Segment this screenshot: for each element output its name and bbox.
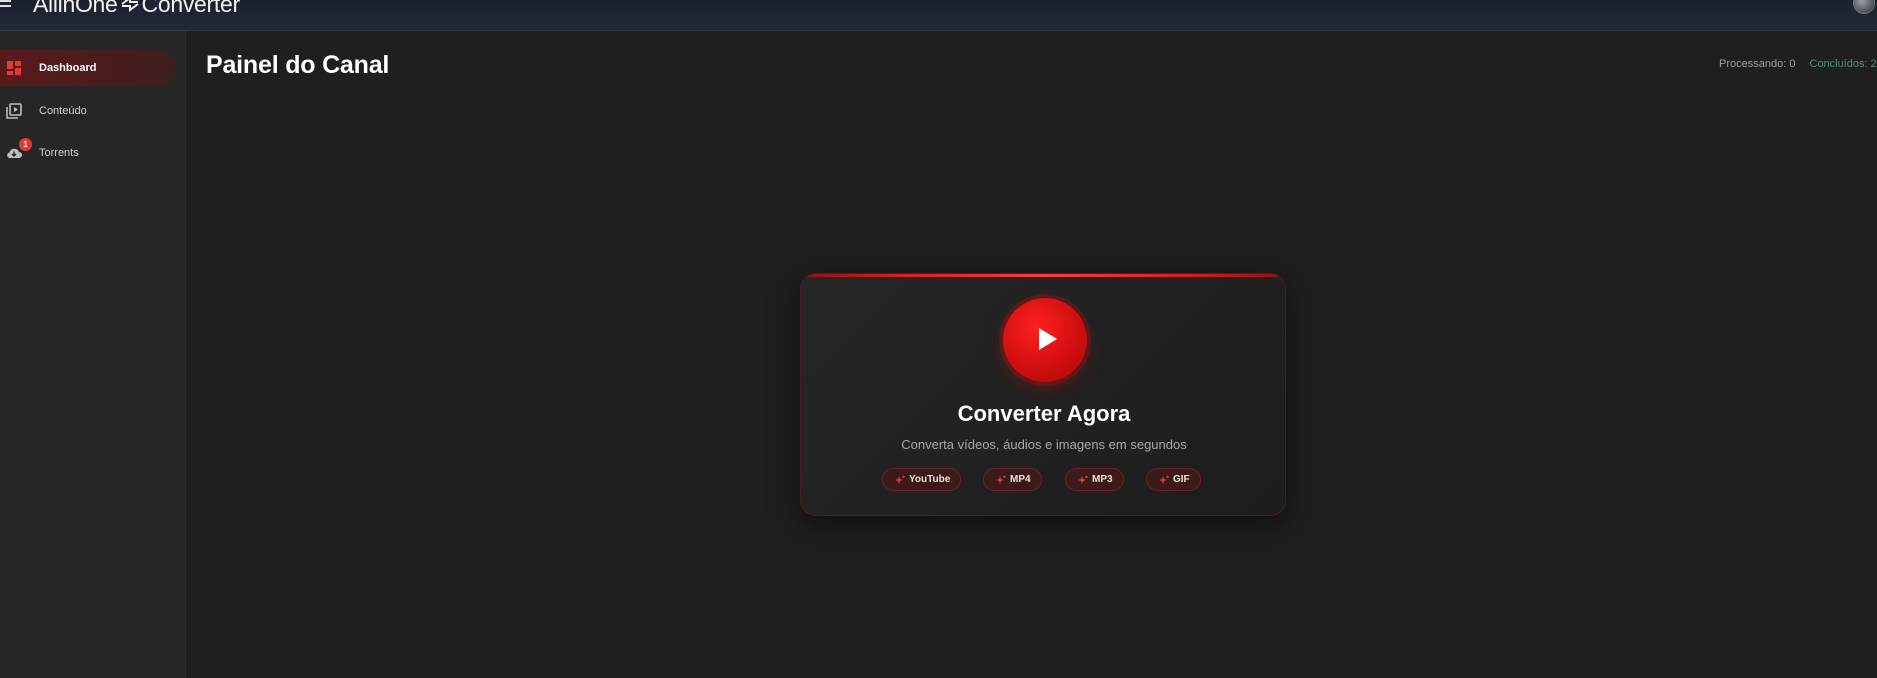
convert-card[interactable]: Converter Agora Converta vídeos, áudios …	[800, 273, 1286, 516]
chip-label: MP4	[1010, 474, 1031, 485]
chip-mp3[interactable]: MP3	[1065, 468, 1124, 491]
sidebar: Dashboard Conteúdo 1 Torrents	[0, 31, 186, 678]
sidebar-item-torrents[interactable]: 1 Torrents	[0, 135, 176, 171]
sparkle-icon	[895, 475, 905, 484]
sidebar-item-label: Conteúdo	[39, 105, 87, 117]
chip-label: YouTube	[909, 474, 951, 485]
completed-count: Concluídos: 2	[1809, 58, 1877, 70]
card-title: Converter Agora	[957, 401, 1131, 426]
sparkle-icon	[1159, 475, 1169, 484]
top-bar: AllinOne Converter	[0, 0, 1877, 31]
logo-text-left: AllinOne	[33, 0, 118, 17]
card-subtitle: Converta vídeos, áudios e imagens em seg…	[901, 437, 1187, 452]
chip-mp4[interactable]: MP4	[983, 468, 1042, 491]
status-counters: Processando: 0 Concluídos: 2	[1719, 58, 1877, 70]
torrents-badge: 1	[19, 138, 32, 151]
card-accent-bar	[801, 274, 1285, 277]
app-logo[interactable]: AllinOne Converter	[33, 0, 241, 17]
sidebar-item-conteudo[interactable]: Conteúdo	[0, 93, 176, 129]
chip-gif[interactable]: GIF	[1146, 468, 1201, 491]
page-title: Painel do Canal	[206, 51, 390, 79]
sparkle-icon	[996, 475, 1006, 484]
play-button[interactable]	[1003, 298, 1087, 382]
menu-icon[interactable]	[0, 0, 14, 12]
avatar[interactable]	[1853, 0, 1875, 14]
sidebar-item-dashboard[interactable]: Dashboard	[0, 50, 176, 86]
processing-count: Processando: 0	[1719, 58, 1796, 70]
chip-label: GIF	[1173, 474, 1190, 485]
chip-label: MP3	[1092, 474, 1113, 485]
video-library-icon	[6, 103, 22, 119]
sparkle-icon	[1078, 475, 1088, 484]
chip-youtube[interactable]: YouTube	[882, 468, 962, 491]
dashboard-icon	[7, 61, 21, 75]
logo-mark-icon	[120, 0, 139, 12]
sidebar-item-label: Dashboard	[39, 62, 97, 74]
logo-text-right: Converter	[141, 0, 241, 17]
sidebar-item-label: Torrents	[39, 147, 79, 159]
play-icon	[1039, 328, 1057, 350]
